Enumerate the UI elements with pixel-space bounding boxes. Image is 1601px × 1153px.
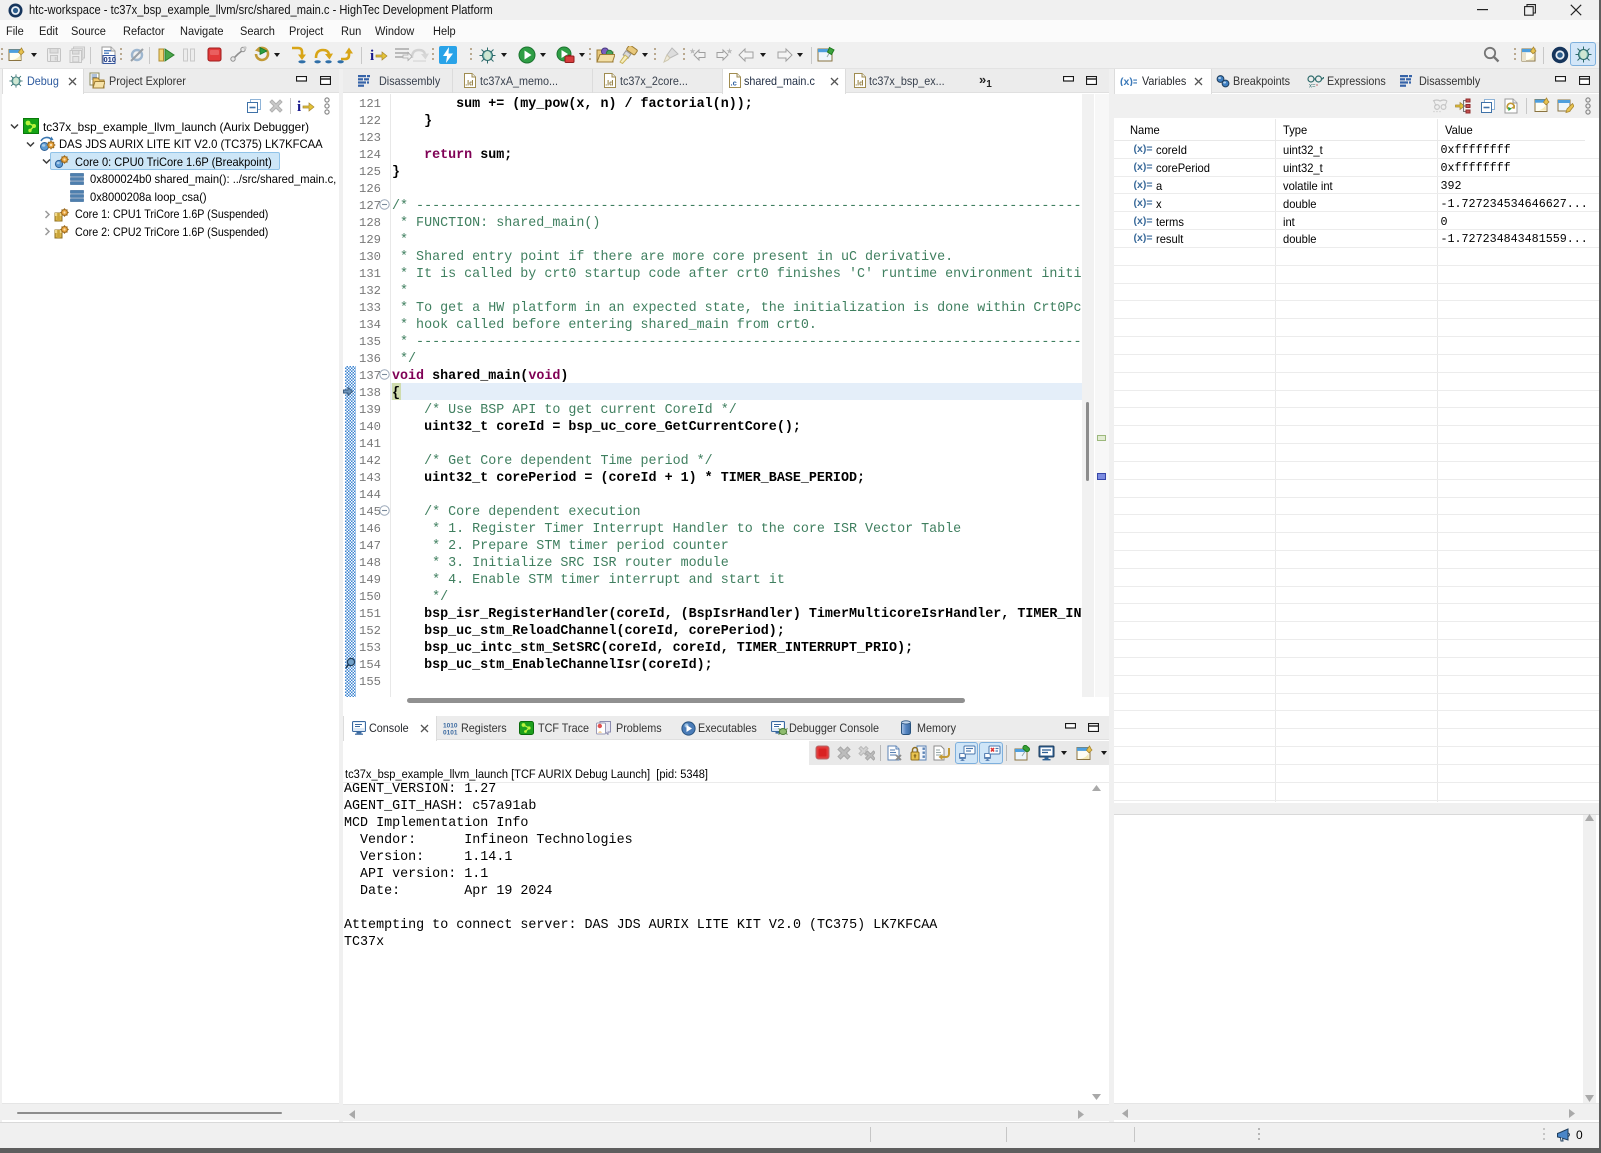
svg-text:i: i bbox=[370, 48, 374, 64]
svg-text:.ld: .ld bbox=[465, 81, 473, 88]
svg-text:.ld: .ld bbox=[855, 81, 863, 88]
svg-text:.c: .c bbox=[731, 79, 737, 88]
svg-text:i: i bbox=[297, 99, 301, 115]
svg-text:(x)=: (x)= bbox=[1120, 76, 1137, 86]
svg-text:0101: 0101 bbox=[443, 730, 458, 736]
svg-text:x=: x= bbox=[1309, 84, 1316, 89]
svg-text:.ld: .ld bbox=[605, 81, 613, 88]
svg-text:010: 010 bbox=[104, 55, 117, 64]
svg-text:1010: 1010 bbox=[443, 723, 458, 730]
